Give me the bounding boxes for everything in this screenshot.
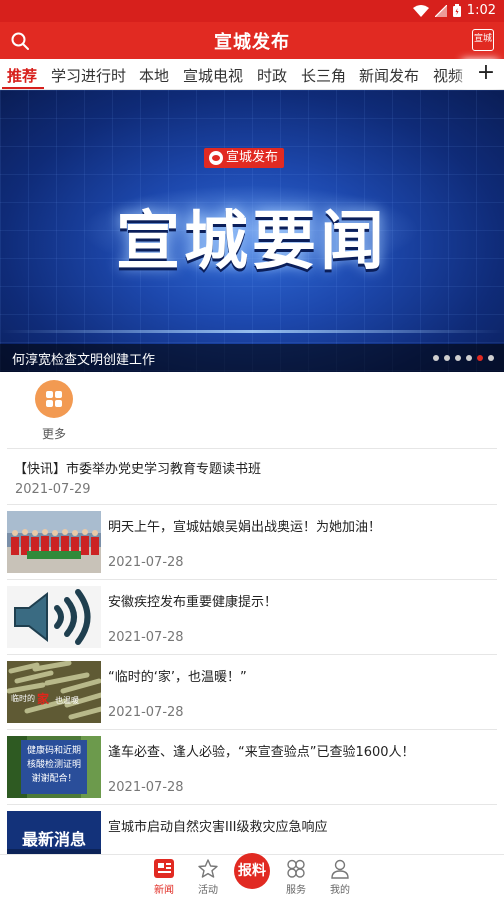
- app-header: 宣城发布 宣城: [0, 22, 504, 59]
- report-button[interactable]: 报料: [234, 853, 270, 889]
- news-title: “临时的‘家’，也温暖！”: [108, 670, 247, 685]
- nav-label: 活动: [198, 885, 218, 896]
- breaking-news-thumbnail: 最新消息: [7, 811, 101, 855]
- carousel-dots: [433, 355, 494, 361]
- team-photo-thumbnail: [7, 511, 101, 573]
- tab-yangtze-delta[interactable]: 长三角: [301, 65, 346, 86]
- nav-label: 我的: [330, 885, 350, 896]
- channel-tabs: 推荐 学习进行时 本地 宣城电视 时政 长三角 新闻发布 视频 +: [0, 59, 504, 90]
- more-label: 更多: [41, 427, 66, 441]
- thumb-text: 家: [37, 691, 50, 706]
- grid-icon: [35, 380, 73, 418]
- carousel-dot[interactable]: [433, 355, 439, 361]
- app-title: 宣城发布: [214, 32, 290, 53]
- news-icon: [153, 859, 175, 879]
- tab-study[interactable]: 学习进行时: [51, 65, 126, 86]
- banner-carousel[interactable]: 宣城发布 宣城要闻 何淳宽检查文明创建工作: [0, 90, 504, 372]
- thumb-text: 临时的: [11, 693, 35, 703]
- status-icons: 1:02: [412, 3, 496, 18]
- services-icon: [285, 859, 307, 879]
- speaker-icon: [7, 586, 101, 648]
- carousel-dot[interactable]: [455, 355, 461, 361]
- signal-icon: [434, 4, 447, 17]
- status-bar: 1:02: [0, 0, 504, 22]
- nav-label: 服务: [286, 885, 306, 896]
- wifi-icon: [412, 4, 429, 17]
- tab-video[interactable]: 视频: [433, 65, 463, 86]
- banner-logo-text: 宣城发布: [226, 150, 279, 165]
- brand-logo-icon: [209, 151, 223, 165]
- flash-news-item[interactable]: 【快讯】市委举办党史学习教育专题读书班 2021-07-29: [0, 449, 504, 504]
- thumb-text: 核酸检测证明: [27, 758, 81, 770]
- tab-politics[interactable]: 时政: [257, 65, 287, 86]
- battery-icon: [452, 4, 461, 17]
- news-item[interactable]: 临时的 家 也温暖 “临时的‘家’，也温暖！” 2021-07-28: [0, 655, 504, 730]
- news-item[interactable]: 明天上午，宣城姑娘吴娟出战奥运！为她加油！ 2021-07-28: [0, 505, 504, 580]
- tab-recommend[interactable]: 推荐: [7, 65, 37, 86]
- tab-press-release[interactable]: 新闻发布: [359, 65, 419, 86]
- news-item[interactable]: 安徽疾控发布重要健康提示！ 2021-07-28: [0, 580, 504, 655]
- nav-news[interactable]: 新闻: [144, 859, 184, 896]
- news-date: 2021-07-29: [15, 482, 91, 497]
- tab-xuancheng-tv[interactable]: 宣城电视: [183, 65, 243, 86]
- thumb-text: 健康码和近期: [27, 744, 81, 756]
- sticks-photo-thumbnail: 临时的 家 也温暖: [7, 661, 101, 723]
- news-date: 2021-07-28: [108, 630, 184, 645]
- news-title: 明天上午，宣城姑娘吴娟出战奥运！为她加油！: [108, 520, 382, 535]
- nav-label: 新闻: [154, 885, 174, 896]
- news-date: 2021-07-28: [108, 555, 184, 570]
- bottom-navigation: 新闻 活动 报料 服务 我的: [0, 853, 504, 897]
- carousel-dot[interactable]: [477, 355, 483, 361]
- thumb-text: 也温暖: [55, 695, 79, 705]
- banner-logo: 宣城发布: [204, 148, 285, 168]
- news-title: 【快讯】市委举办党史学习教育专题读书班: [14, 462, 262, 477]
- news-date: 2021-07-28: [108, 705, 184, 720]
- nav-services[interactable]: 服务: [276, 859, 316, 896]
- thumb-text: 最新消息: [22, 830, 86, 849]
- carousel-dot[interactable]: [466, 355, 472, 361]
- status-time: 1:02: [466, 3, 496, 18]
- banner-caption-bar: 何淳宽检查文明创建工作: [0, 344, 504, 372]
- add-channel-icon[interactable]: +: [468, 59, 504, 89]
- news-item[interactable]: 最新消息 宣城市启动自然灾害III级救灾应急响应: [0, 805, 504, 855]
- news-item[interactable]: 健康码和近期 核酸检测证明 谢谢配合！ 逢车必查、逢人必验，“来宣查验点”已查验…: [0, 730, 504, 805]
- banner-headline: 宣城要闻: [116, 204, 388, 279]
- profile-icon: [329, 859, 351, 879]
- banner-caption: 何淳宽检查文明创建工作: [12, 353, 156, 368]
- carousel-dot[interactable]: [488, 355, 494, 361]
- news-title: 安徽疾控发布重要健康提示！: [108, 595, 278, 610]
- star-icon: [197, 859, 219, 879]
- scan-icon[interactable]: 宣城: [472, 29, 494, 51]
- tab-local[interactable]: 本地: [139, 65, 169, 86]
- nav-profile[interactable]: 我的: [320, 859, 360, 896]
- banner-light-streak: [0, 330, 504, 333]
- news-date: 2021-07-28: [108, 780, 184, 795]
- nav-activities[interactable]: 活动: [188, 859, 228, 896]
- news-title: 宣城市启动自然灾害III级救灾应急响应: [108, 820, 328, 835]
- thumb-text: 谢谢配合！: [31, 772, 76, 784]
- news-title: 逢车必查、逢人必验，“来宣查验点”已查验1600人！: [108, 745, 415, 760]
- more-shortcut[interactable]: 更多: [33, 380, 75, 442]
- checkpoint-sign-thumbnail: 健康码和近期 核酸检测证明 谢谢配合！: [7, 736, 101, 798]
- active-tab-indicator: [2, 87, 44, 89]
- carousel-dot[interactable]: [444, 355, 450, 361]
